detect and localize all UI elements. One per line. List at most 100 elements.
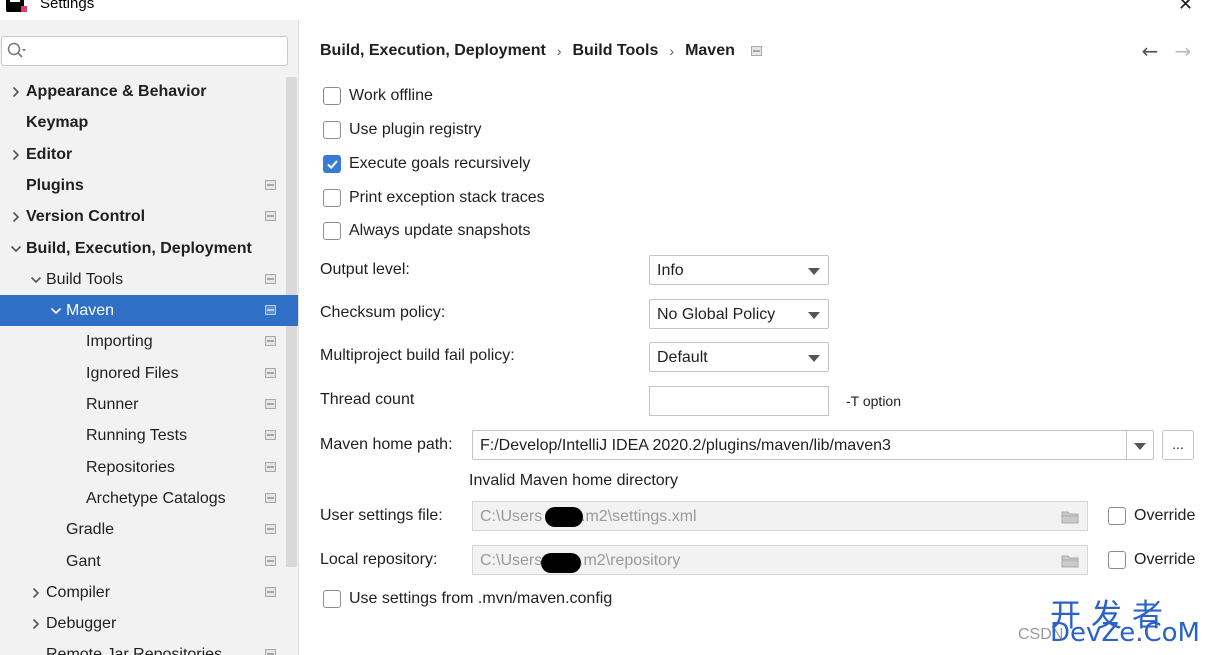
output-level-select[interactable]: Info xyxy=(649,255,829,285)
forward-arrow-icon[interactable]: → xyxy=(1172,40,1194,62)
dropdown-arrow-icon[interactable] xyxy=(1134,443,1146,450)
sidebar-item-label: Build, Execution, Deployment xyxy=(26,239,252,257)
sidebar-item-label: Maven xyxy=(66,302,115,320)
back-arrow-icon[interactable]: ← xyxy=(1139,40,1161,62)
sidebar-item-label: Version Control xyxy=(26,208,146,226)
checksum-policy-select[interactable]: No Global Policy xyxy=(649,299,829,329)
chevron-down-icon[interactable] xyxy=(8,233,22,264)
folder-icon xyxy=(1061,555,1079,568)
chevron-down-icon[interactable] xyxy=(48,295,62,326)
breadcrumb-separator: › xyxy=(556,43,562,59)
always-update-snapshots-checkbox[interactable] xyxy=(323,222,341,240)
sidebar-item-label: Archetype Catalogs xyxy=(86,489,226,507)
project-settings-icon xyxy=(265,305,276,316)
close-icon[interactable]: ✕ xyxy=(1178,0,1193,15)
local-repository-value-prefix: C:\Users xyxy=(480,552,543,569)
chevron-right-icon[interactable] xyxy=(8,201,22,232)
sidebar-item-ignored-files[interactable]: Ignored Files xyxy=(0,358,298,389)
watermark-en: DevZe.CoM xyxy=(1050,618,1200,648)
maven-home-label: Maven home path: xyxy=(320,436,453,453)
search-input[interactable] xyxy=(30,41,280,61)
sidebar-item-label: Gant xyxy=(66,552,101,570)
chevron-right-icon[interactable] xyxy=(28,577,42,608)
sidebar-item-label: Remote Jar Repositories xyxy=(46,646,223,655)
use-plugin-registry-checkbox[interactable] xyxy=(323,121,341,139)
sidebar-item-label: Plugins xyxy=(26,176,84,194)
dropdown-arrow-icon[interactable] xyxy=(808,355,820,362)
sidebar-item-repositories[interactable]: Repositories xyxy=(0,452,298,483)
sidebar-item-build-execution-deployment[interactable]: Build, Execution, Deployment xyxy=(0,233,298,264)
local-repository-override-checkbox[interactable] xyxy=(1108,551,1126,569)
use-mvn-settings-checkbox[interactable] xyxy=(323,590,341,608)
use-mvn-settings-label: Use settings from .mvn/maven.config xyxy=(349,590,613,607)
chevron-right-icon[interactable] xyxy=(8,139,22,170)
work-offline-checkbox[interactable] xyxy=(323,87,341,105)
sidebar-item-archetype-catalogs[interactable]: Archetype Catalogs xyxy=(0,483,298,514)
thread-count-input[interactable] xyxy=(649,386,829,416)
project-settings-icon xyxy=(265,367,276,378)
chevron-down-icon[interactable] xyxy=(28,264,42,295)
user-settings-override-checkbox[interactable] xyxy=(1108,507,1126,525)
multiproject-fail-policy-select[interactable]: Default xyxy=(649,342,829,372)
maven-home-path-value[interactable]: F:/Develop/IntelliJ IDEA 2020.2/plugins/… xyxy=(480,435,891,457)
project-settings-icon xyxy=(265,524,276,535)
settings-sidebar: Appearance & Behavior Keymap Editor Plugins… xyxy=(0,20,299,655)
sidebar-item-plugins[interactable]: Plugins xyxy=(0,170,298,201)
sidebar-item-gant[interactable]: Gant xyxy=(0,546,298,577)
search-box[interactable] xyxy=(1,36,288,66)
sidebar-item-editor[interactable]: Editor xyxy=(0,139,298,170)
sidebar-item-build-tools[interactable]: Build Tools xyxy=(0,264,298,295)
sidebar-item-runner[interactable]: Runner xyxy=(0,389,298,420)
breadcrumb-item[interactable]: Build, Execution, Deployment xyxy=(320,42,546,60)
sidebar-item-running-tests[interactable]: Running Tests xyxy=(0,420,298,451)
sidebar-item-keymap[interactable]: Keymap xyxy=(0,107,298,138)
sidebar-item-label: Appearance & Behavior xyxy=(26,83,207,100)
redaction-mark xyxy=(545,507,583,527)
user-settings-value-suffix: .m2\settings.xml xyxy=(581,508,697,525)
dropdown-arrow-icon[interactable] xyxy=(808,268,820,275)
watermark: 开发者 CSDN DevZe.CoM xyxy=(1018,590,1206,655)
user-settings-value-prefix: C:\Users xyxy=(480,508,543,525)
sidebar-item-label: Editor xyxy=(26,145,73,163)
work-offline-label: Work offline xyxy=(349,87,433,104)
sidebar-item-version-control[interactable]: Version Control xyxy=(0,201,298,232)
print-exception-stack-traces-label: Print exception stack traces xyxy=(349,189,545,206)
breadcrumb-item[interactable]: Build Tools xyxy=(572,42,658,60)
sidebar-item-maven[interactable]: Maven xyxy=(0,295,298,327)
sidebar-item-gradle[interactable]: Gradle xyxy=(0,514,298,545)
execute-goals-recursively-label: Execute goals recursively xyxy=(349,155,531,172)
project-settings-icon xyxy=(265,211,276,222)
sidebar-item-debugger[interactable]: Debugger xyxy=(0,608,298,639)
multiproject-fail-policy-label: Multiproject build fail policy: xyxy=(320,347,515,364)
project-settings-icon xyxy=(265,586,276,597)
dropdown-arrow-icon[interactable] xyxy=(808,312,820,319)
multiproject-fail-policy-value: Default xyxy=(657,349,708,366)
sidebar-item-label: Importing xyxy=(86,333,153,351)
chevron-right-icon[interactable] xyxy=(8,76,22,107)
local-repository-override-label: Override xyxy=(1134,551,1196,568)
project-settings-icon xyxy=(750,46,762,56)
sidebar-item-label: Debugger xyxy=(46,615,117,633)
project-settings-icon xyxy=(265,492,276,503)
print-exception-stack-traces-checkbox[interactable] xyxy=(323,189,341,207)
local-repository-field: C:\Users .m2\repository xyxy=(472,545,1088,575)
execute-goals-recursively-checkbox[interactable] xyxy=(323,155,341,173)
sidebar-item-label: Build Tools xyxy=(46,270,124,288)
sidebar-item-appearance-behavior[interactable]: Appearance & Behavior xyxy=(0,76,298,107)
sidebar-item-remote-jar-repositories[interactable]: Remote Jar Repositories xyxy=(0,639,298,655)
window-title: Settings xyxy=(40,0,95,12)
sidebar-item-importing[interactable]: Importing xyxy=(0,326,298,357)
always-update-snapshots-label: Always update snapshots xyxy=(349,222,531,239)
folder-icon xyxy=(1061,511,1079,524)
sidebar-item-compiler[interactable]: Compiler xyxy=(0,577,298,608)
browse-button[interactable]: ... xyxy=(1162,430,1194,460)
redaction-mark xyxy=(541,553,581,573)
sidebar-item-label: Ignored Files xyxy=(86,364,179,382)
sidebar-item-label: Keymap xyxy=(26,114,89,132)
thread-count-hint: -T option xyxy=(846,393,901,409)
chevron-right-icon[interactable] xyxy=(28,608,42,639)
maven-home-path-combo[interactable]: F:/Develop/IntelliJ IDEA 2020.2/plugins/… xyxy=(472,430,1154,460)
breadcrumb: Build, Execution, Deployment › Build Tools… xyxy=(320,42,762,62)
checksum-policy-label: Checksum policy: xyxy=(320,304,446,321)
project-settings-icon xyxy=(265,555,276,566)
